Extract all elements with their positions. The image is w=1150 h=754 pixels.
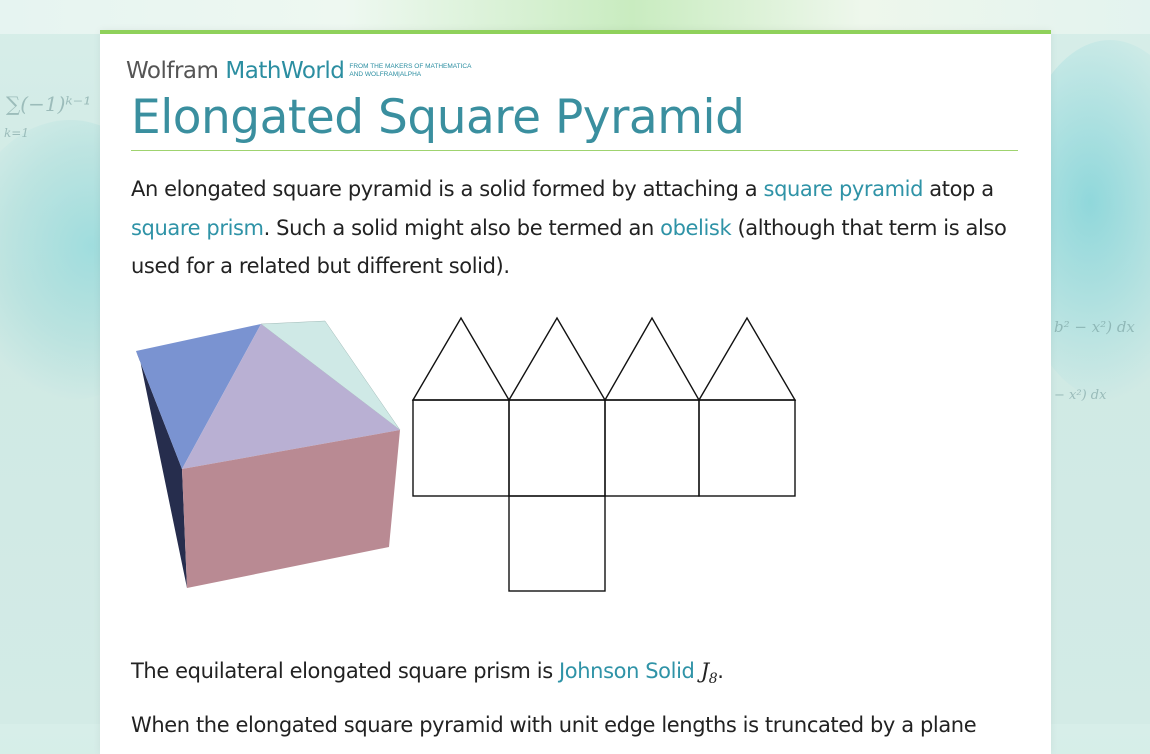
title-divider <box>131 150 1018 151</box>
link-johnson-solid[interactable]: Johnson Solid <box>559 659 695 683</box>
brand-wolfram: Wolfram <box>126 58 219 84</box>
page-title: Elongated Square Pyramid <box>131 90 745 145</box>
background-formula: ∑(−1)ᵏ⁻¹ <box>6 92 92 116</box>
background-formula: b² − x²) dx <box>1054 318 1135 336</box>
net-square <box>508 399 606 497</box>
intro-paragraph: An elongated square pyramid is a solid f… <box>131 170 1018 286</box>
intro-text: atop a <box>923 177 994 201</box>
net-square <box>698 399 796 497</box>
net-square <box>604 399 700 497</box>
math-subscript: 8 <box>708 671 718 688</box>
net-triangle <box>411 316 511 401</box>
site-logo[interactable]: Wolfram MathWorld FROM THE MAKERS OF MAT… <box>126 58 471 84</box>
intro-text: An elongated square pyramid is a solid f… <box>131 177 764 201</box>
link-obelisk[interactable]: obelisk <box>660 216 731 240</box>
net-square <box>412 399 510 497</box>
background-top-band <box>0 0 1150 34</box>
intro-text: . Such a solid might also be termed an <box>263 215 661 240</box>
net-bottom-square <box>508 495 606 592</box>
net-triangle <box>603 316 701 401</box>
figure-svg <box>136 316 797 592</box>
johnson-paragraph: The equilateral elongated square prism i… <box>131 652 1018 699</box>
brand-tagline: FROM THE MAKERS OF MATHEMATICA AND WOLFR… <box>349 63 471 79</box>
link-square-pyramid[interactable]: square pyramid <box>764 177 924 201</box>
content-card: Wolfram MathWorld FROM THE MAKERS OF MAT… <box>100 30 1051 754</box>
brand-mathworld: MathWorld <box>225 58 345 84</box>
background-formula: − x²) dx <box>1054 388 1107 403</box>
solid-net <box>411 316 797 592</box>
math-symbol: J <box>700 659 709 683</box>
background-formula: k=1 <box>4 126 29 140</box>
net-triangle <box>697 316 797 401</box>
brand-tagline-line2: AND WOLFRAM|ALPHA <box>349 71 422 78</box>
solid-rendering <box>136 320 401 588</box>
math-j8: J8 <box>700 659 718 687</box>
truncation-paragraph: When the elongated square pyramid with u… <box>131 713 977 737</box>
net-triangle <box>507 316 607 401</box>
link-square-prism[interactable]: square prism <box>131 216 264 240</box>
brand-tagline-line1: FROM THE MAKERS OF MATHEMATICA <box>349 63 472 70</box>
johnson-text: . <box>717 659 724 683</box>
elongated-square-pyramid-figure <box>130 314 800 594</box>
johnson-text: The equilateral elongated square prism i… <box>131 659 560 683</box>
